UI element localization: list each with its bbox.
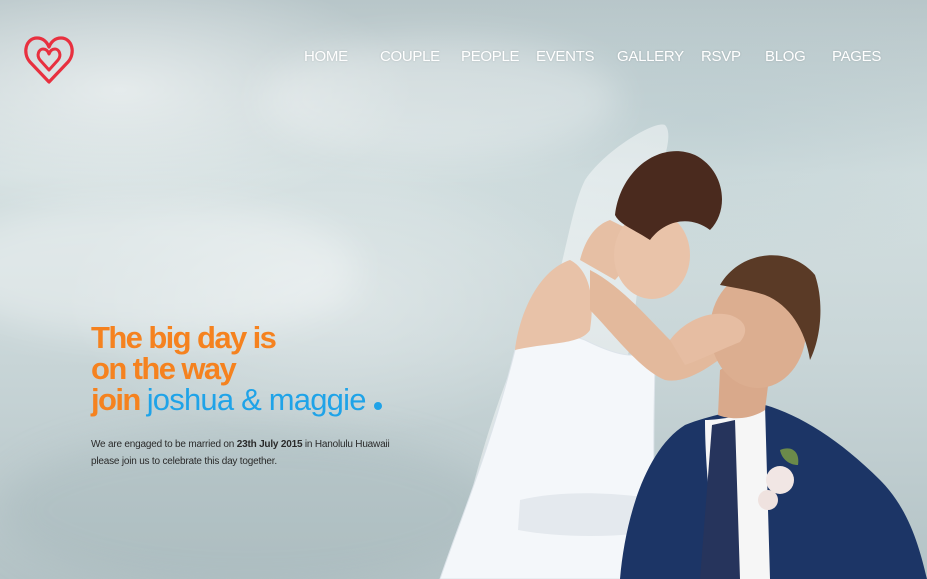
headline-line-3: join joshua & maggie [91, 384, 421, 415]
headline-dot [373, 402, 382, 410]
nav-item-home[interactable]: HOME [304, 48, 348, 65]
headline-line-2: on the way [91, 351, 237, 386]
hero-description: We are engaged to be married on 23th Jul… [91, 436, 401, 470]
description-line-2: please join us to celebrate this day tog… [91, 456, 277, 467]
hero-headline: The big day is on the way join joshua & … [91, 322, 421, 415]
nav-item-pages[interactable]: PAGES [832, 48, 881, 65]
headline-names: joshua & maggie [146, 382, 367, 417]
description-line-1: We are engaged to be married on 23th Jul… [91, 436, 401, 453]
nav-item-gallery[interactable]: GALLERY [617, 48, 684, 65]
description-suffix: in Hanolulu Huawaii [302, 439, 390, 450]
boutonniere [766, 466, 794, 494]
nav-item-rsvp[interactable]: RSVP [701, 48, 741, 65]
nav-item-people[interactable]: PEOPLE [461, 48, 520, 65]
headline-line-1: The big day is [91, 320, 277, 355]
boutonniere [758, 490, 778, 510]
description-prefix: We are engaged to be married on [91, 439, 237, 450]
nav-item-blog[interactable]: BLOG [765, 48, 806, 65]
main-nav: HOME COUPLE PEOPLE EVENTS GALLERY RSVP B… [0, 48, 927, 72]
cloud-shape [0, 200, 360, 340]
wedding-date: 23th July 2015 [236, 439, 303, 450]
hero-section: HOME COUPLE PEOPLE EVENTS GALLERY RSVP B… [0, 0, 927, 579]
bride-shoulder [515, 260, 592, 350]
nav-item-couple[interactable]: COUPLE [380, 48, 440, 65]
headline-join: join [91, 382, 141, 417]
bride-and-groom-photo [439, 124, 927, 579]
nav-item-events[interactable]: EVENTS [536, 48, 595, 65]
